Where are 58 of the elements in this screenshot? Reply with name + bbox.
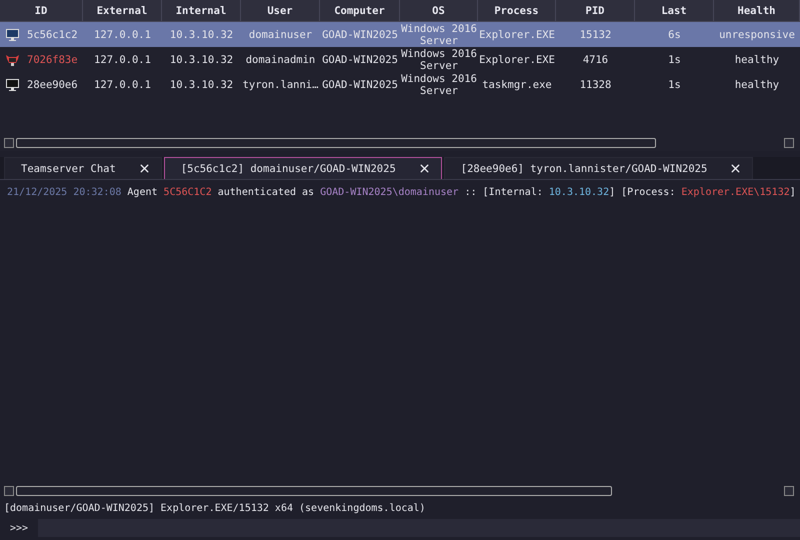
monitor-icon xyxy=(6,28,19,40)
close-icon[interactable] xyxy=(138,162,151,175)
table-cell-text: healthy xyxy=(734,52,780,68)
table-cell: 6s xyxy=(635,22,714,47)
scroll-left-icon[interactable] xyxy=(4,138,14,148)
column-header[interactable]: User xyxy=(241,0,320,22)
log-line: 21/12/2025 20:32:08 Agent 5C56C1C2 authenticated as GOAD-WIN2025\domainuser :: [Internal: 10.3.10.32] [Process: Explorer.EXE\15132] xyxy=(7,187,793,198)
table-cell-text: 127.0.0.1 xyxy=(93,78,152,92)
table-cell-text: 10.3.10.32 xyxy=(168,78,234,92)
close-icon[interactable] xyxy=(729,162,742,175)
table-cell-text: GOAD-WIN2025 xyxy=(321,78,399,92)
table-cell: 10.3.10.32 xyxy=(162,22,241,47)
tab[interactable]: [28ee90e6] tyron.lannister/GOAD-WIN2025 xyxy=(444,157,754,179)
table-cell: 15132 xyxy=(556,22,635,47)
table-cell-text: 10.3.10.32 xyxy=(168,52,234,68)
monitor-icon xyxy=(6,78,19,90)
table-cell-text: healthy xyxy=(734,78,780,92)
table-cell: Explorer.EXE xyxy=(478,22,556,47)
column-header[interactable]: OS xyxy=(400,0,478,22)
tab[interactable]: [5c56c1c2] domainuser/GOAD-WIN2025 xyxy=(164,157,442,179)
table-cell-text: 127.0.0.1 xyxy=(93,52,152,68)
scroll-right-icon[interactable] xyxy=(784,138,794,148)
agent-id: 5c56c1c2 xyxy=(27,28,78,40)
status-text: [domainuser/GOAD-WIN2025] Explorer.EXE/15132 x64 (sevenkingdoms.local) xyxy=(3,502,426,516)
scroll-left-icon[interactable] xyxy=(4,486,14,496)
column-header[interactable]: External xyxy=(83,0,162,22)
column-header[interactable]: Internal xyxy=(162,0,241,22)
table-cell-text: Explorer.EXE xyxy=(478,52,556,68)
table-cell: GOAD-WIN2025 xyxy=(320,22,400,47)
table-cell-text: 1s xyxy=(667,52,682,68)
scrollbar-thumb[interactable] xyxy=(16,486,612,496)
column-header[interactable]: ID xyxy=(0,0,83,22)
table-cell: Windows 2016 Server xyxy=(400,72,478,97)
table-cell-text: GOAD-WIN2025 xyxy=(321,52,399,68)
column-header[interactable]: Computer xyxy=(320,0,400,22)
column-header[interactable]: PID xyxy=(556,0,635,22)
column-header[interactable]: Last xyxy=(635,0,714,22)
table-cell-text: taskmgr.exe xyxy=(481,78,553,92)
table-cell-text: 11328 xyxy=(578,78,612,92)
close-icon[interactable] xyxy=(418,162,431,175)
table-cell-text: 1s xyxy=(667,78,682,92)
table-cell: Windows 2016 Server xyxy=(400,22,478,47)
prompt: >>> xyxy=(9,522,30,534)
agent-id: 28ee90e6 xyxy=(27,78,78,90)
agent-id: 7026f83e xyxy=(27,54,78,66)
tab[interactable]: Teamserver Chat xyxy=(4,157,162,179)
table-cell-text: 4716 xyxy=(582,52,610,68)
scrollbar-thumb[interactable] xyxy=(16,138,656,148)
column-header[interactable]: Health xyxy=(714,0,800,22)
table-cell: domainuser xyxy=(241,22,320,47)
devil-monitor-icon xyxy=(6,54,19,66)
table-cell-text: tyron.lanni… xyxy=(242,78,320,92)
table-cell: 127.0.0.1 xyxy=(83,22,162,47)
table-cell: unresponsive xyxy=(714,22,800,47)
column-header[interactable]: Process xyxy=(478,0,556,22)
table-cell-text: domainadmin xyxy=(244,52,316,68)
table-cell: Windows 2016 Server xyxy=(400,47,478,72)
scroll-right-icon[interactable] xyxy=(784,486,794,496)
